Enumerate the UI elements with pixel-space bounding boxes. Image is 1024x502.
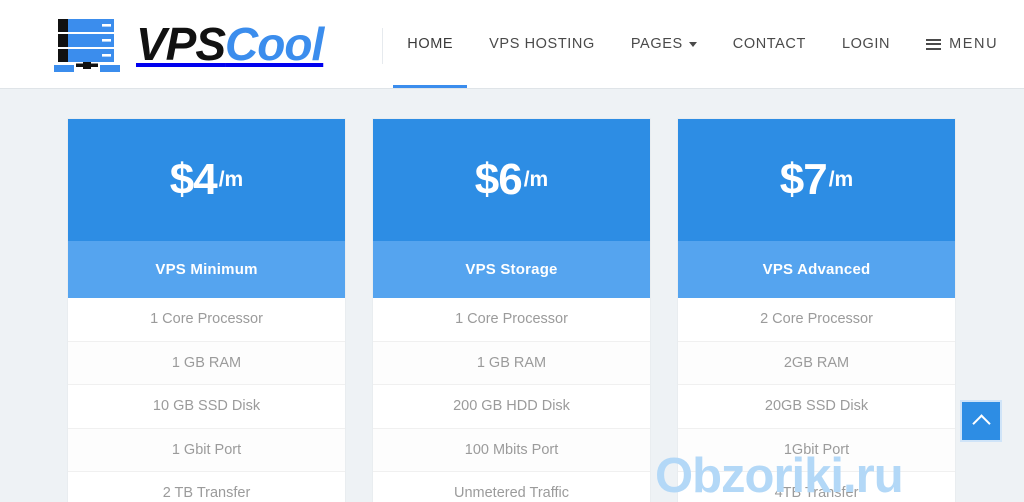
brand-wordmark-secondary: Cool: [225, 18, 324, 70]
plan-price-box: $4 /m: [68, 119, 345, 241]
pricing-card[interactable]: $4 /m VPS Minimum 1 Core Processor 1 GB …: [68, 119, 345, 502]
nav-item-vps-hosting-label: VPS HOSTING: [489, 36, 595, 52]
brand-logo-link[interactable]: VPSCool: [52, 0, 324, 88]
plan-title: VPS Storage: [373, 241, 650, 298]
nav-item-menu-toggle[interactable]: MENU: [908, 0, 1016, 88]
plan-title: VPS Minimum: [68, 241, 345, 298]
nav-item-menu-label: MENU: [949, 36, 999, 52]
pricing-card[interactable]: $7 /m VPS Advanced 2 Core Processor 2GB …: [678, 119, 955, 502]
plan-feature-item: 1 GB RAM: [373, 341, 650, 385]
plan-feature-list: 1 Core Processor 1 GB RAM 10 GB SSD Disk…: [68, 298, 345, 502]
brand-wordmark: VPSCool: [136, 18, 324, 70]
nav-item-pages[interactable]: PAGES: [613, 0, 715, 88]
nav-item-contact[interactable]: CONTACT: [715, 0, 824, 88]
plan-feature-item: 2GB RAM: [678, 341, 955, 385]
plan-feature-item: 4TB Transfer: [678, 472, 955, 502]
plan-title: VPS Advanced: [678, 241, 955, 298]
plan-feature-item: 2 TB Transfer: [68, 472, 345, 502]
plan-feature-item: 1Gbit Port: [678, 428, 955, 472]
plan-price-box: $6 /m: [373, 119, 650, 241]
scroll-to-top-button[interactable]: [960, 400, 1002, 442]
plan-feature-item: 1 Core Processor: [68, 298, 345, 342]
plan-feature-item: 10 GB SSD Disk: [68, 385, 345, 429]
plan-feature-item: 1 Gbit Port: [68, 428, 345, 472]
plan-feature-list: 1 Core Processor 1 GB RAM 200 GB HDD Dis…: [373, 298, 650, 502]
main-navigation: HOME VPS HOSTING PAGES CONTACT LOGIN MEN…: [389, 0, 1016, 88]
plan-price-box: $7 /m: [678, 119, 955, 241]
nav-item-login-label: LOGIN: [841, 36, 891, 52]
plan-feature-item: 2 Core Processor: [678, 298, 955, 342]
hamburger-icon: [926, 38, 942, 50]
plan-period: /m: [828, 168, 854, 191]
site-header: VPSCool HOME VPS HOSTING PAGES CONTACT L…: [0, 0, 1024, 89]
plan-period: /m: [523, 168, 549, 191]
plan-feature-item: Unmetered Traffic: [373, 472, 650, 502]
server-rack-icon: [52, 15, 128, 73]
plan-feature-list: 2 Core Processor 2GB RAM 20GB SSD Disk 1…: [678, 298, 955, 502]
plan-feature-item: 200 GB HDD Disk: [373, 385, 650, 429]
nav-item-home[interactable]: HOME: [389, 0, 471, 88]
chevron-up-icon: [971, 413, 991, 433]
pricing-plans: $4 /m VPS Minimum 1 Core Processor 1 GB …: [68, 119, 956, 502]
plan-price: $4: [169, 155, 218, 204]
plan-price: $6: [474, 155, 523, 204]
plan-feature-item: 1 GB RAM: [68, 341, 345, 385]
nav-item-pages-label: PAGES: [630, 36, 683, 52]
plan-price: $7: [779, 155, 828, 204]
nav-item-home-label: HOME: [407, 36, 454, 52]
nav-item-contact-label: CONTACT: [732, 36, 806, 52]
plan-feature-item: 1 Core Processor: [373, 298, 650, 342]
header-divider: [382, 28, 383, 64]
plan-feature-item: 100 Mbits Port: [373, 428, 650, 472]
plan-period: /m: [218, 168, 244, 191]
plan-feature-item: 20GB SSD Disk: [678, 385, 955, 429]
pricing-card[interactable]: $6 /m VPS Storage 1 Core Processor 1 GB …: [373, 119, 650, 502]
nav-item-login[interactable]: LOGIN: [824, 0, 908, 88]
chevron-down-icon: [688, 41, 697, 47]
brand-wordmark-primary: VPS: [136, 18, 226, 70]
nav-item-vps-hosting[interactable]: VPS HOSTING: [471, 0, 613, 88]
